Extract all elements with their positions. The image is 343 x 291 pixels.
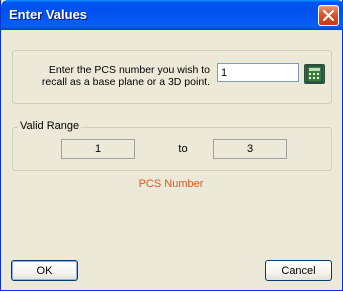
- range-to-label: to: [178, 143, 188, 155]
- range-max: 3: [213, 139, 287, 159]
- calculator-button[interactable]: [304, 64, 325, 84]
- pcs-number-label: PCS Number: [138, 178, 204, 190]
- prompt-line-1: Enter the PCS number you wish to: [48, 64, 210, 76]
- ok-button[interactable]: OK: [11, 260, 78, 281]
- close-icon: [323, 10, 334, 21]
- calculator-icon: [306, 65, 323, 83]
- window-title: Enter Values: [9, 7, 88, 22]
- range-min: 1: [61, 139, 135, 159]
- prompt-line-2: recall as a base plane or a 3D point.: [41, 76, 210, 88]
- dialog-window: Enter Values Enter the PCS number you wi…: [0, 0, 343, 291]
- title-bar[interactable]: Enter Values: [1, 0, 343, 30]
- prompt-text: Enter the PCS number you wish to recall …: [32, 64, 210, 88]
- cancel-button[interactable]: Cancel: [265, 260, 332, 281]
- close-button[interactable]: [318, 5, 339, 26]
- valid-range-legend: Valid Range: [18, 120, 82, 132]
- pcs-number-input[interactable]: [217, 63, 299, 82]
